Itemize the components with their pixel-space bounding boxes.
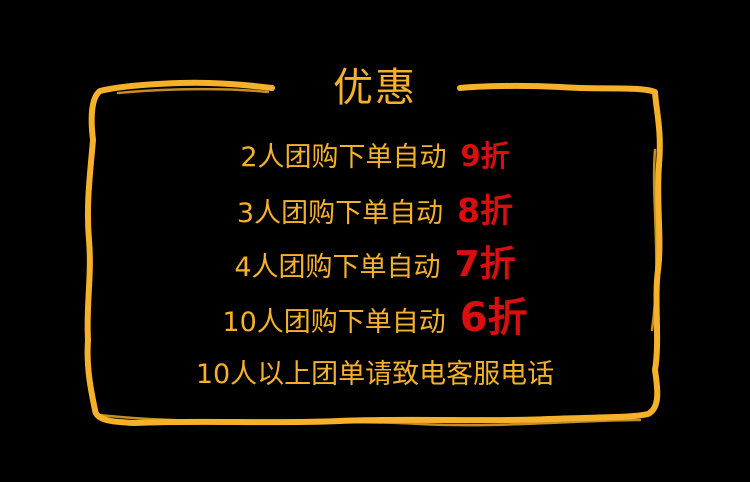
discount-value: 8折 xyxy=(457,191,514,230)
discount-row: 10人团购下单自动 6折 xyxy=(0,293,750,343)
discount-value: 7折 xyxy=(454,244,516,285)
discount-value: 9折 xyxy=(460,139,510,173)
page-title: 优惠 xyxy=(333,65,417,111)
contact-note: 10人以上团单请致电客服电话 xyxy=(195,359,555,390)
discount-row-text: 3人团购下单自动 xyxy=(236,198,444,229)
discount-row: 3人团购下单自动 8折 xyxy=(0,189,750,233)
discount-row-text: 4人团购下单自动 xyxy=(234,252,441,283)
discount-row: 2人团购下单自动 9折 xyxy=(0,136,750,176)
discount-row: 4人团购下单自动 7折 xyxy=(0,242,750,288)
discount-row-text: 2人团购下单自动 xyxy=(240,142,447,173)
discount-value: 6折 xyxy=(459,295,528,341)
discount-row-text: 10人团购下单自动 xyxy=(222,307,446,338)
